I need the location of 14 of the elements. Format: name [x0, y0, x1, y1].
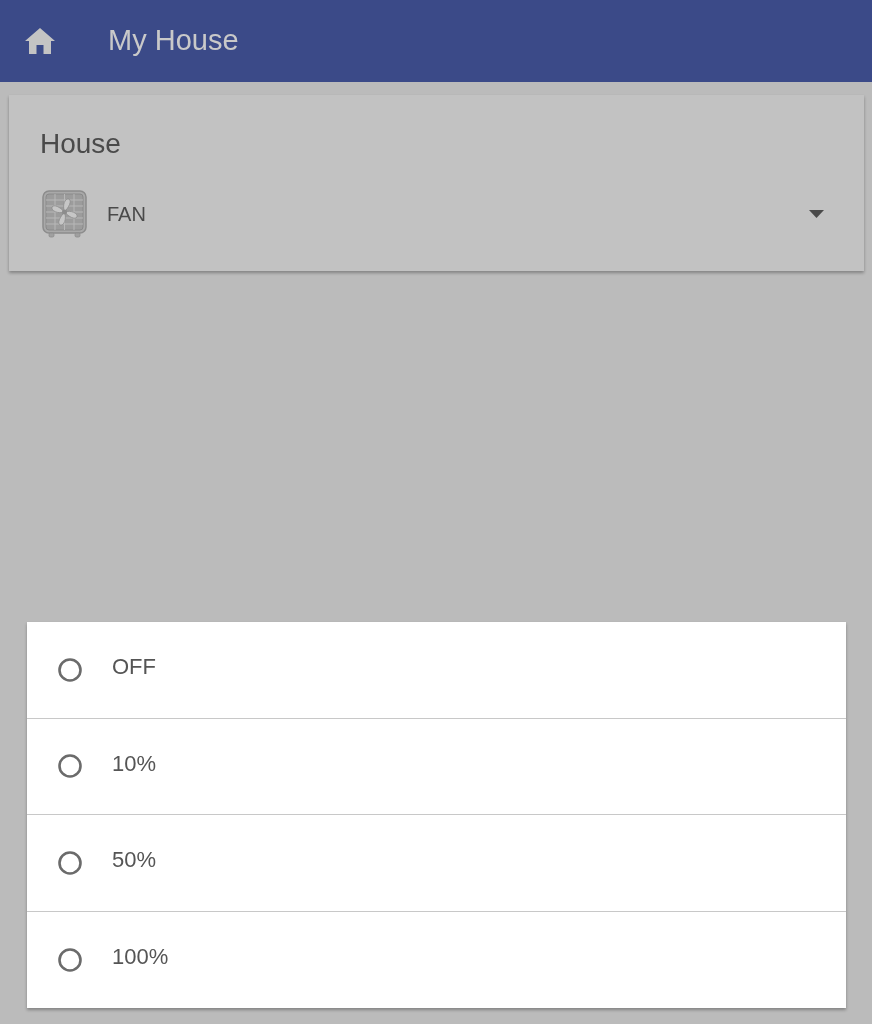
option-row[interactable]: OFF [27, 622, 846, 719]
radio-button[interactable] [58, 754, 82, 779]
radio-button[interactable] [58, 657, 82, 682]
app-title: My House [108, 25, 239, 57]
radio-button[interactable] [58, 850, 82, 875]
option-row[interactable]: 10% [27, 718, 846, 815]
radio-button[interactable] [58, 947, 82, 972]
device-dropdown[interactable]: FAN [40, 190, 864, 238]
home-icon[interactable] [25, 28, 55, 54]
caret-down-icon [809, 210, 824, 218]
option-row[interactable]: 50% [27, 815, 846, 912]
box-fan-icon [42, 190, 87, 238]
option-row[interactable]: 100% [27, 911, 846, 1008]
card-title: House [40, 129, 121, 160]
